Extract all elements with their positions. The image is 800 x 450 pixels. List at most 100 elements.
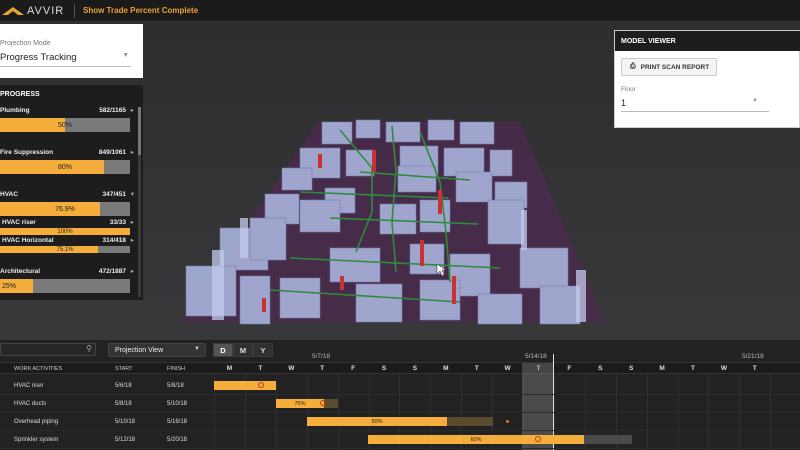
logo-text: AVVIR — [27, 4, 65, 17]
logo: AVVIR — [0, 5, 72, 17]
day-header: S — [412, 365, 418, 372]
week-date-label: 5/14/18 — [525, 353, 547, 360]
gantt-schedule: ⚲ Projection View ▼ DMY 5/7/18 5/14/18 5/2… — [0, 340, 800, 450]
milestone-marker-icon — [535, 436, 541, 442]
chevron-icon[interactable]: ▸ — [131, 267, 134, 275]
activity-bar[interactable] — [214, 381, 276, 390]
progress-percent: 75.1% — [56, 246, 74, 253]
divider — [74, 3, 75, 18]
chevron-down-icon: ▼ — [194, 346, 200, 352]
print-scan-report-button[interactable]: ⎙ PRINT SCAN REPORT — [621, 58, 717, 76]
trade-count: 33/33 — [109, 219, 126, 226]
floor-select[interactable]: 1 — [621, 98, 626, 108]
activity-search-input[interactable]: ⚲ — [0, 343, 96, 356]
day-header: S — [629, 365, 634, 372]
trade-count: 347/451 — [102, 191, 127, 198]
trade-name: Fire Suppression — [0, 149, 54, 156]
day-header: T — [320, 365, 325, 372]
progress-bar: 50% — [0, 118, 130, 132]
progress-panel: PROGRESS Plumbing 582/1165 ▸ 50% Fire Suppre… — [0, 85, 143, 300]
activity-name: Sprinkler system — [14, 437, 59, 443]
activity-bar[interactable]: 75% — [276, 399, 324, 408]
progress-title: PROGRESS — [0, 91, 40, 98]
activity-name: HVAC riser — [14, 383, 44, 389]
projection-mode-value[interactable]: Progress Tracking — [0, 52, 77, 63]
progress-percent: 80% — [57, 163, 72, 171]
trade-count: 849/1061 — [98, 149, 126, 156]
activity-start: 5/12/18 — [115, 437, 136, 443]
progress-percent: 50% — [57, 121, 72, 129]
scale-button-y[interactable]: Y — [253, 343, 273, 357]
activity-finish: 5/20/18 — [167, 437, 188, 443]
projection-mode-select[interactable]: Projection Mode Progress Tracking ▼ — [0, 24, 143, 78]
trade-name: Plumbing — [0, 107, 30, 114]
progress-bar: 25% — [0, 279, 130, 293]
activity-start: 5/6/18 — [115, 383, 132, 389]
print-button-label: PRINT SCAN REPORT — [640, 63, 710, 71]
scrollbar-thumb[interactable] — [138, 107, 141, 155]
chevron-icon[interactable]: ▸ — [131, 236, 134, 244]
show-trade-percent-link[interactable]: Show Trade Percent Complete — [83, 6, 198, 15]
progress-percent: 100% — [57, 228, 73, 235]
progress-bar: 75.1% — [0, 246, 130, 253]
floor-label: Floor — [621, 86, 636, 93]
gantt-row[interactable]: HVAC ducts 5/8/18 5/10/18 — [0, 395, 800, 413]
week-date-label: 5/7/18 — [312, 353, 331, 360]
trade-name: HVAC riser — [2, 219, 36, 226]
day-header: T — [691, 365, 695, 372]
activity-finish: 5/10/18 — [167, 401, 188, 407]
day-header: S — [598, 365, 603, 372]
progress-bar: 76.9% — [0, 202, 130, 216]
floor-underline — [621, 111, 769, 112]
day-header: W — [504, 365, 511, 372]
activity-bar[interactable]: 50% — [307, 417, 447, 426]
gantt-row[interactable]: HVAC riser 5/6/18 5/8/18 — [0, 377, 800, 395]
chevron-down-icon[interactable]: ▼ — [752, 98, 758, 104]
gantt-toolbar: ⚲ Projection View ▼ DMY 5/7/18 5/14/18 5/2… — [0, 340, 800, 360]
day-header: S — [381, 365, 387, 372]
search-icon[interactable]: ⚲ — [86, 344, 92, 353]
scale-button-m[interactable]: M — [233, 343, 253, 357]
activity-bar-projected — [584, 435, 632, 444]
chevron-down-icon[interactable]: ▼ — [122, 52, 129, 59]
activity-bar[interactable]: 60% — [368, 435, 584, 444]
printer-icon: ⎙ — [630, 63, 636, 70]
chevron-icon[interactable]: ▾ — [131, 190, 134, 198]
day-header: T — [474, 365, 479, 372]
gantt-header: WORK ACTIVITIES START FINISH M T W T F S S M T W T… — [0, 362, 800, 374]
day-header: M — [226, 365, 233, 372]
progress-scrollbar[interactable] — [138, 107, 141, 297]
progress-bar: 80% — [0, 160, 130, 174]
scale-button-d[interactable]: D — [213, 343, 233, 357]
logo-icon — [2, 6, 24, 15]
day-header: M — [443, 365, 449, 372]
projection-mode-label: Projection Mode — [0, 40, 51, 47]
column-header-activities: WORK ACTIVITIES — [14, 366, 63, 372]
progress-percent: 76.9% — [55, 205, 75, 213]
chevron-icon[interactable]: ▸ — [131, 106, 134, 114]
progress-percent: 25% — [2, 282, 17, 290]
activity-bar-remaining — [324, 399, 338, 408]
trade-count: 582/1165 — [99, 107, 126, 114]
chevron-icon[interactable]: ▸ — [131, 148, 134, 156]
activity-bar-remaining — [447, 417, 493, 426]
day-header: F — [567, 365, 572, 372]
view-select[interactable]: Projection View ▼ — [108, 343, 206, 357]
milestone-marker-icon — [258, 382, 264, 388]
progress-bar: 100% — [0, 228, 130, 235]
day-header: M — [659, 365, 665, 372]
activity-name: HVAC ducts — [14, 401, 47, 407]
top-bar: AVVIR Show Trade Percent Complete — [0, 0, 800, 22]
day-header: W — [720, 365, 727, 372]
milestone-marker-icon — [320, 400, 326, 406]
day-header: T — [752, 365, 757, 372]
trade-name: HVAC — [0, 191, 18, 198]
activity-start: 5/10/18 — [115, 419, 136, 425]
chevron-icon[interactable]: ▸ — [131, 218, 134, 226]
trade-name: HVAC Horizontal — [2, 237, 54, 244]
milestone-dot-icon — [506, 420, 509, 423]
activity-start: 5/8/18 — [115, 401, 132, 407]
trade-name: Architectural — [0, 268, 41, 275]
activity-name: Overhead piping — [14, 419, 59, 425]
column-header-start: START — [115, 366, 133, 372]
